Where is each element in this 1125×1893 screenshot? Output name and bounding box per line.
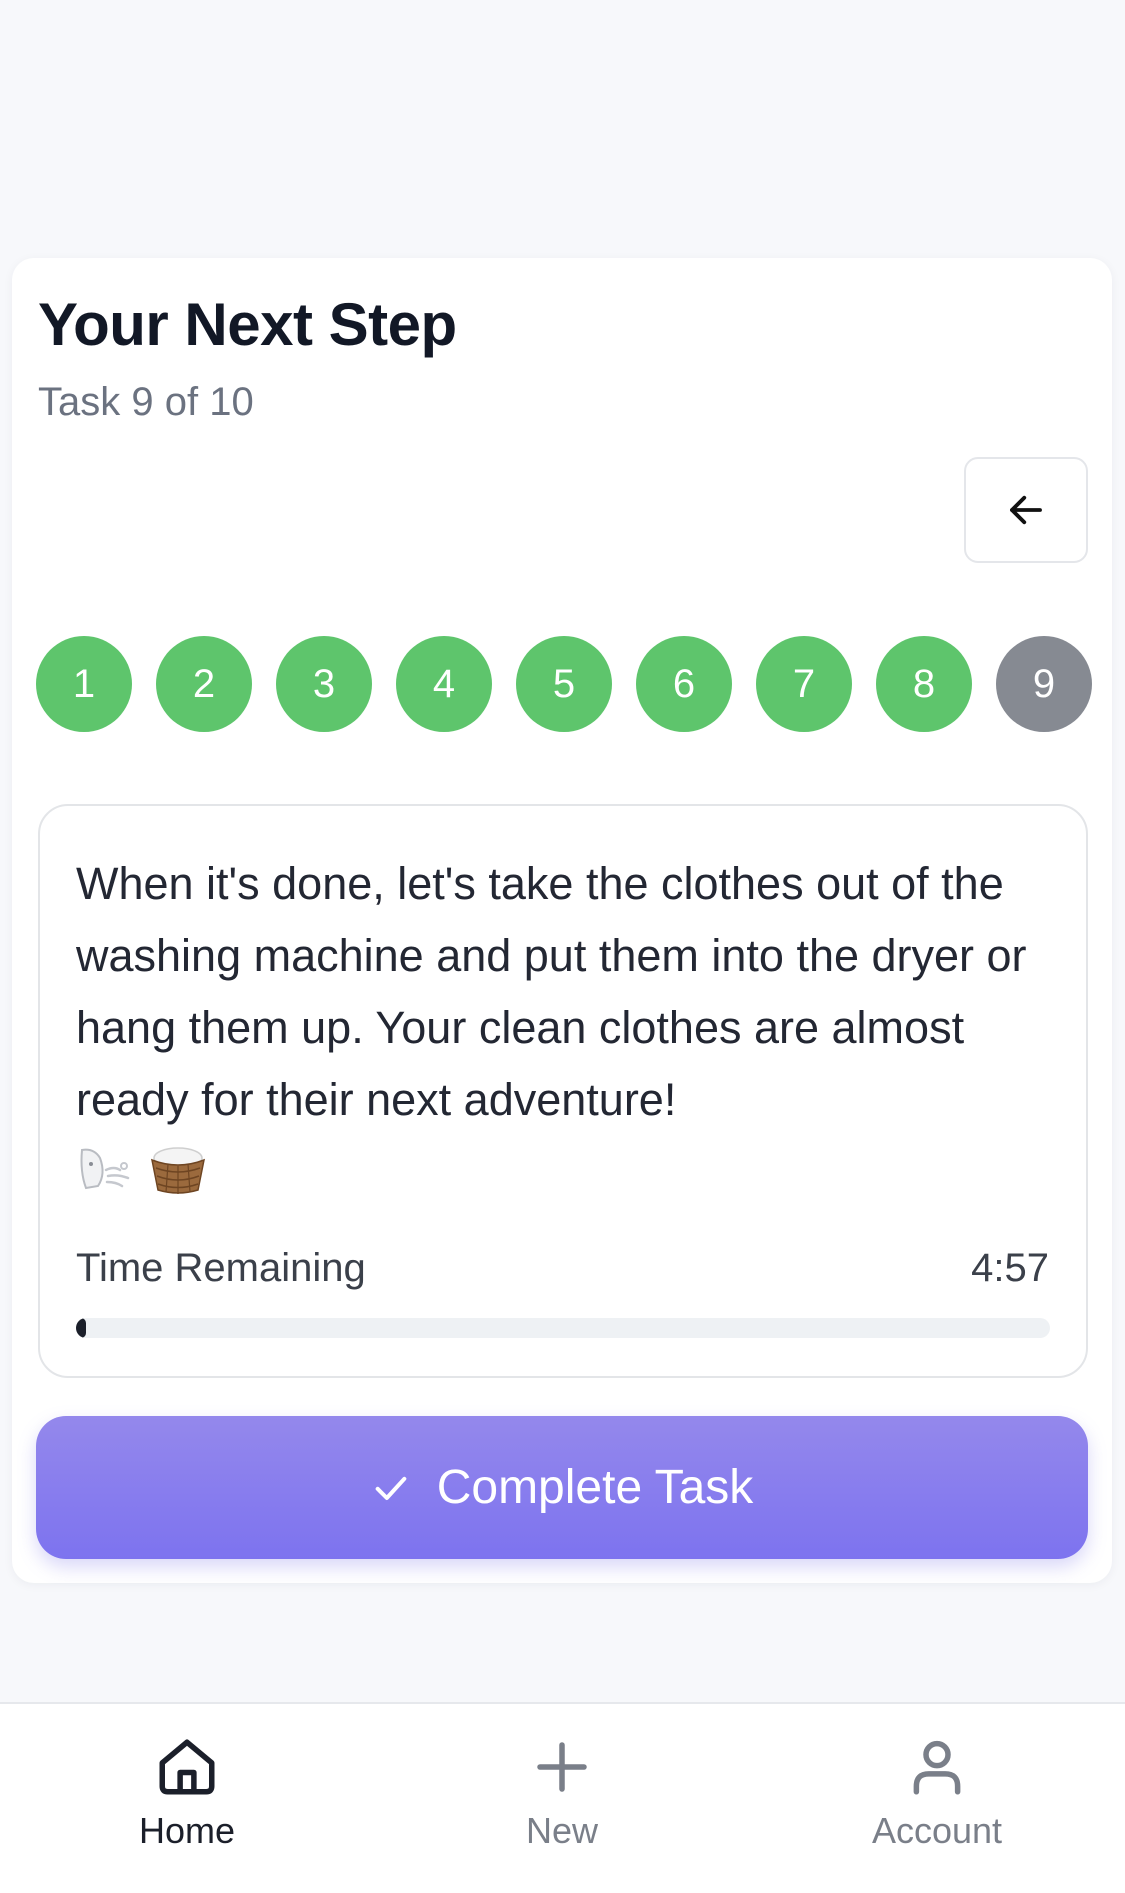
plus-icon [537, 1742, 587, 1792]
task-counter: Task 9 of 10 [38, 380, 254, 424]
time-remaining-value: 4:57 [971, 1246, 1049, 1290]
step-circle-4[interactable]: 4 [396, 636, 492, 732]
step-number: 6 [672, 661, 696, 706]
tab-new[interactable]: New [442, 1734, 682, 1874]
step-indicator: 1 2 3 4 5 6 7 8 9 [36, 636, 1096, 732]
step-number: 5 [552, 661, 576, 706]
step-number: 3 [312, 661, 336, 706]
step-circle-1[interactable]: 1 [36, 636, 132, 732]
wind-face-icon [80, 1148, 130, 1190]
step-number: 9 [1032, 661, 1056, 706]
time-remaining-label: Time Remaining [76, 1246, 366, 1290]
step-circle-2[interactable]: 2 [156, 636, 252, 732]
step-circle-5[interactable]: 5 [516, 636, 612, 732]
task-description: When it's done, let's take the clothes o… [76, 858, 1027, 1125]
arrow-left-icon [1010, 495, 1042, 525]
page-title: Your Next Step [38, 291, 457, 358]
step-circle-3[interactable]: 3 [276, 636, 372, 732]
bottom-tab-bar: Home New Account [0, 1702, 1125, 1893]
step-number: 1 [72, 661, 96, 706]
user-icon [913, 1740, 961, 1795]
tab-new-label: New [525, 1810, 599, 1851]
step-number: 4 [432, 661, 456, 706]
home-icon [159, 1739, 215, 1795]
time-progress-bar [76, 1318, 1050, 1338]
step-circle-6[interactable]: 6 [636, 636, 732, 732]
tab-home-label: Home [138, 1810, 236, 1851]
laundry-basket-icon [150, 1147, 206, 1194]
tab-account[interactable]: Account [817, 1734, 1057, 1874]
step-number: 8 [912, 661, 936, 706]
complete-task-label: Complete Task [436, 1461, 754, 1514]
step-circle-9[interactable]: 9 [996, 636, 1092, 732]
step-number: 2 [192, 661, 216, 706]
tab-account-label: Account [871, 1810, 1003, 1851]
task-emojis [76, 1142, 208, 1196]
checkmark-icon [375, 1476, 407, 1500]
back-button[interactable] [964, 457, 1088, 563]
tab-home[interactable]: Home [67, 1734, 307, 1874]
step-circle-7[interactable]: 7 [756, 636, 852, 732]
step-circle-8[interactable]: 8 [876, 636, 972, 732]
step-number: 7 [792, 661, 816, 706]
complete-task-button[interactable]: Complete Task [36, 1416, 1088, 1559]
